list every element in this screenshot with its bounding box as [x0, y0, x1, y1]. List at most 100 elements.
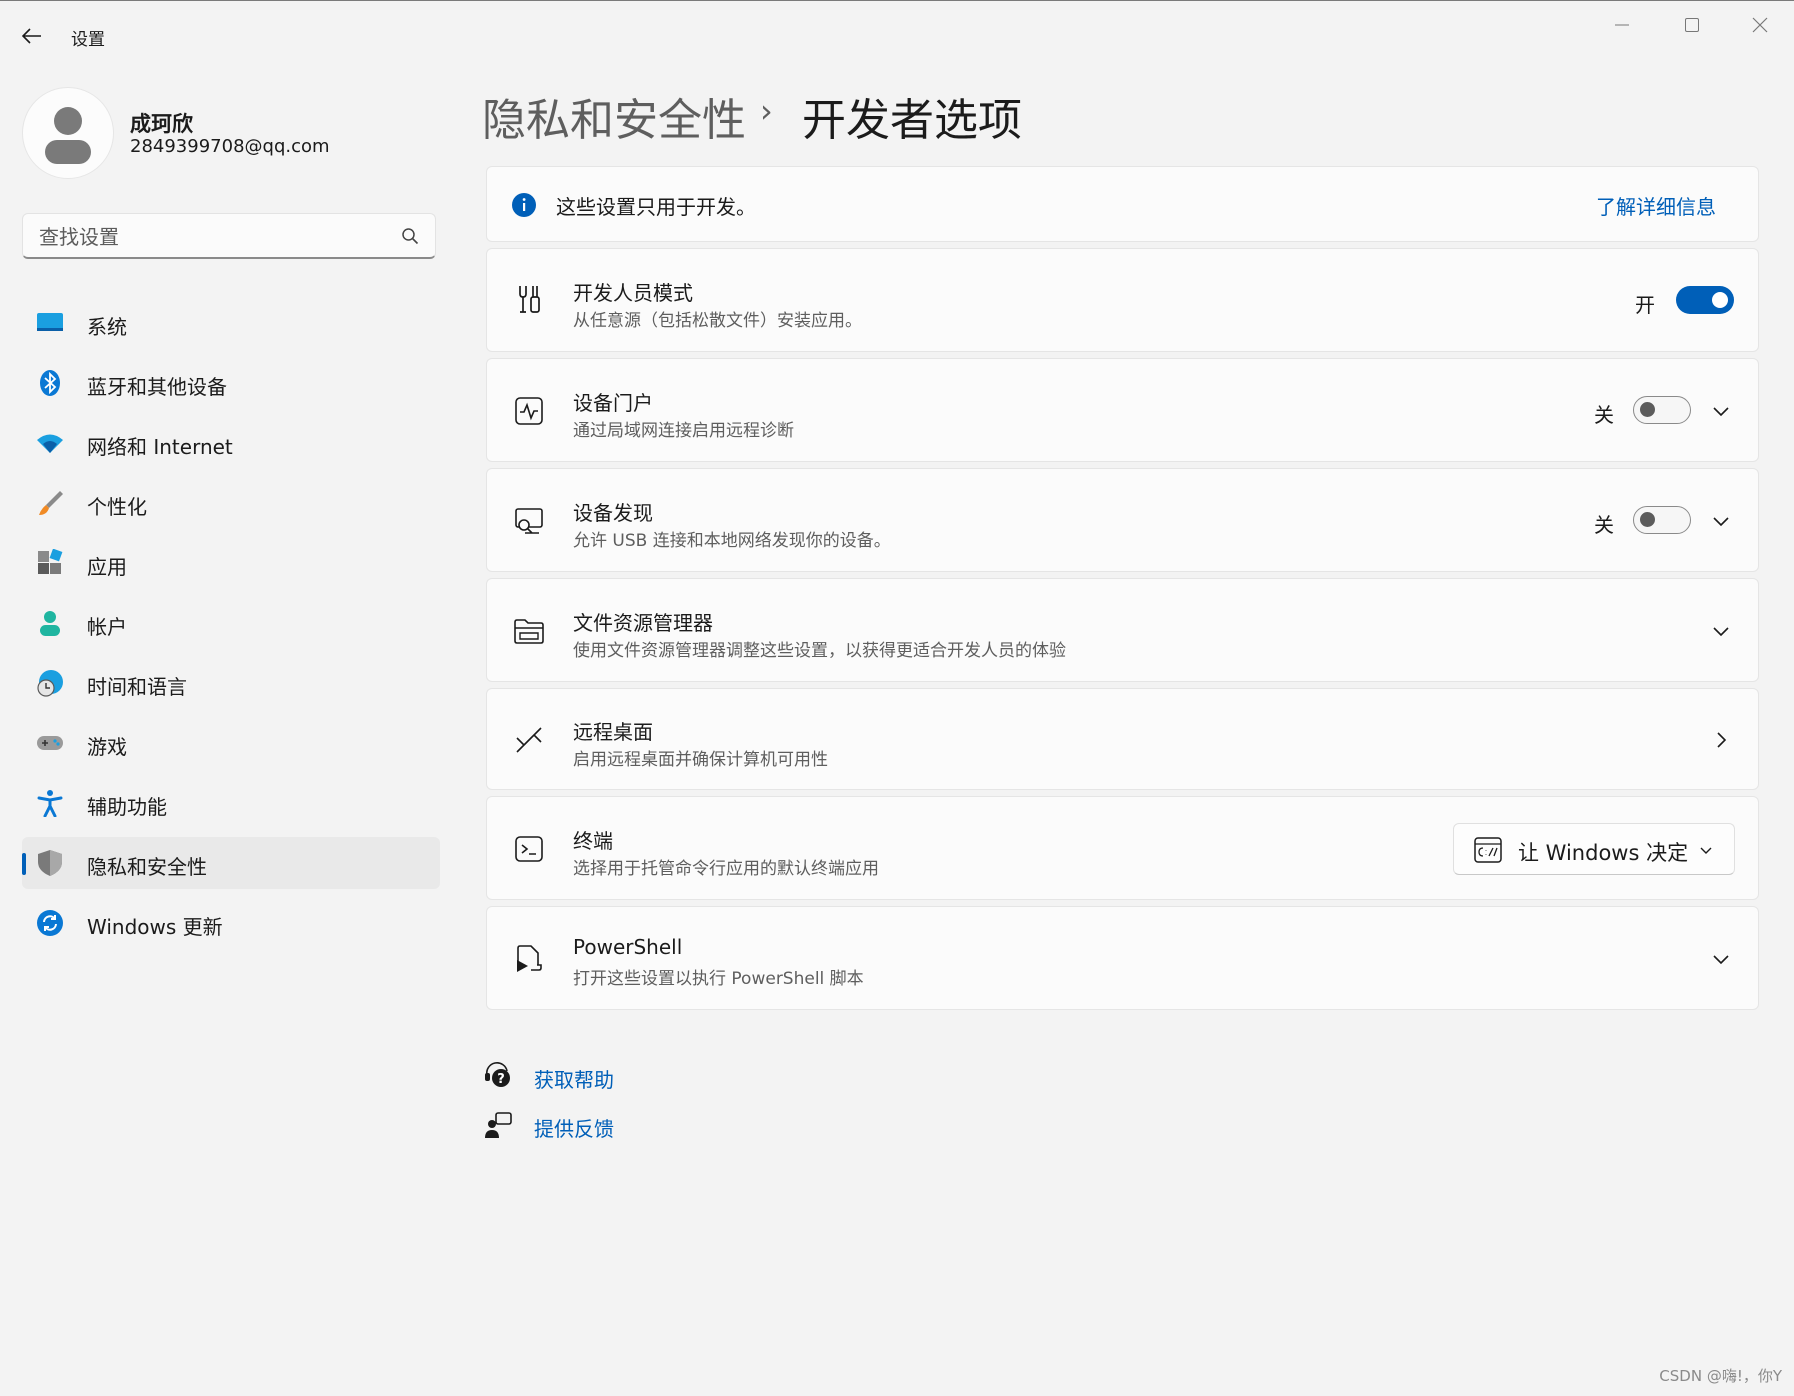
chevron-down-icon[interactable] [1709, 509, 1733, 533]
person-icon [40, 611, 60, 636]
device-portal-card[interactable]: 设备门户 通过局域网连接启用远程诊断 关 [486, 358, 1759, 462]
device-portal-toggle[interactable] [1633, 396, 1691, 424]
powershell-card[interactable]: PowerShell 打开这些设置以执行 PowerShell 脚本 [486, 906, 1759, 1010]
dropdown-selected-value: 让 Windows 决定 [1518, 841, 1689, 865]
folder-icon [514, 619, 544, 644]
card-subtitle: 使用文件资源管理器调整这些设置，以获得更适合开发人员的体验 [573, 641, 1066, 661]
chevron-down-icon [1700, 847, 1712, 854]
sidebar-item-bluetooth[interactable]: 蓝牙和其他设备 [22, 357, 440, 409]
sidebar-item-apps[interactable]: 应用 [22, 537, 440, 589]
sidebar-item-label: 网络和 Internet [87, 435, 233, 459]
terminal-card: 终端 选择用于托管命令行应用的默认终端应用 让 Windows 决定 [486, 796, 1759, 900]
paintbrush-icon [39, 491, 63, 515]
device-discovery-toggle[interactable] [1633, 506, 1691, 534]
close-icon [1752, 17, 1768, 33]
sidebar-item-label: 系统 [87, 315, 127, 339]
bluetooth-icon [40, 370, 60, 396]
search-box[interactable] [22, 213, 436, 259]
file-explorer-card[interactable]: 文件资源管理器 使用文件资源管理器调整这些设置，以获得更适合开发人员的体验 [486, 578, 1759, 682]
sidebar-item-label: 辅助功能 [87, 795, 167, 819]
chevron-right-icon[interactable] [1709, 728, 1733, 752]
refresh-icon [37, 910, 63, 936]
accessibility-icon [37, 790, 63, 817]
toggle-state-label: 关 [1594, 513, 1614, 537]
globe-clock-icon [37, 670, 63, 697]
sidebar-item-personalization[interactable]: 个性化 [22, 477, 440, 529]
minimize-icon [1615, 24, 1629, 26]
developer-tools-icon [519, 286, 540, 313]
user-email: 2849399708@qq.com [130, 136, 330, 157]
sidebar-item-label: 帐户 [87, 615, 127, 639]
breadcrumb-separator: › [760, 92, 773, 130]
sidebar-item-label: Windows 更新 [87, 915, 223, 939]
search-input[interactable] [37, 222, 381, 252]
search-icon[interactable] [401, 227, 419, 245]
sidebar-item-label: 个性化 [87, 495, 147, 519]
info-bar: 这些设置只用于开发。 了解详细信息 [486, 166, 1759, 242]
card-subtitle: 打开这些设置以执行 PowerShell 脚本 [573, 969, 864, 989]
sidebar-item-gaming[interactable]: 游戏 [22, 717, 440, 769]
device-discovery-card[interactable]: 设备发现 允许 USB 连接和本地网络发现你的设备。 关 [486, 468, 1759, 572]
sidebar-item-label: 应用 [87, 555, 127, 579]
minimize-button[interactable] [1594, 10, 1650, 40]
chevron-down-icon[interactable] [1709, 399, 1733, 423]
arrow-left-icon [22, 28, 41, 44]
selection-indicator [22, 853, 26, 875]
device-discovery-icon [515, 508, 543, 534]
maximize-button[interactable] [1664, 10, 1720, 40]
card-title: 设备发现 [573, 501, 653, 525]
chevron-down-icon[interactable] [1709, 947, 1733, 971]
svg-text:?: ? [497, 1072, 505, 1087]
card-title: 远程桌面 [573, 720, 653, 744]
toggle-knob [1640, 402, 1655, 417]
terminal-app-dropdown[interactable]: 让 Windows 决定 [1453, 823, 1735, 875]
developer-mode-card: 开发人员模式 从任意源（包括松散文件）安装应用。 开 [486, 248, 1759, 352]
developer-mode-toggle[interactable] [1676, 286, 1734, 314]
info-icon [512, 193, 536, 217]
page-title: 开发者选项 [802, 95, 1022, 146]
help-icon: ? [485, 1062, 510, 1087]
sidebar-item-privacy-security[interactable]: 隐私和安全性 [22, 837, 440, 889]
remote-desktop-card[interactable]: 远程桌面 启用远程桌面并确保计算机可用性 [486, 688, 1759, 790]
sidebar-item-windows-update[interactable]: Windows 更新 [22, 897, 440, 949]
person-placeholder-icon [45, 107, 91, 164]
card-subtitle: 从任意源（包括松散文件）安装应用。 [573, 311, 862, 331]
close-button[interactable] [1732, 10, 1788, 40]
sidebar-item-label: 时间和语言 [87, 675, 187, 699]
sidebar-item-accounts[interactable]: 帐户 [22, 597, 440, 649]
back-button[interactable] [16, 18, 48, 54]
toggle-state-label: 开 [1635, 293, 1655, 317]
card-title: 设备门户 [573, 391, 653, 415]
sidebar-item-network[interactable]: 网络和 Internet [22, 417, 440, 469]
watermark: CSDN @嗨!，你Y [1659, 1367, 1782, 1385]
terminal-icon [515, 836, 543, 862]
sidebar-item-label: 隐私和安全性 [87, 855, 207, 879]
card-title: PowerShell [573, 935, 683, 959]
info-text: 这些设置只用于开发。 [556, 195, 756, 219]
maximize-icon [1685, 18, 1699, 32]
display-icon [37, 313, 63, 331]
apps-icon [38, 549, 63, 574]
learn-more-link[interactable]: 了解详细信息 [1596, 191, 1716, 220]
shield-icon [38, 850, 62, 876]
card-subtitle: 通过局域网连接启用远程诊断 [573, 421, 794, 441]
sidebar-item-time-language[interactable]: 时间和语言 [22, 657, 440, 709]
sidebar-item-system[interactable]: 系统 [22, 297, 440, 349]
feedback-icon [485, 1112, 512, 1138]
card-title: 终端 [573, 829, 613, 853]
card-title: 文件资源管理器 [573, 611, 713, 635]
card-subtitle: 允许 USB 连接和本地网络发现你的设备。 [573, 531, 891, 551]
give-feedback-link[interactable]: 提供反馈 [534, 1113, 614, 1142]
app-title: 设置 [71, 30, 105, 50]
powershell-script-icon [517, 945, 542, 972]
breadcrumb-parent[interactable]: 隐私和安全性 [482, 84, 746, 148]
wifi-icon [37, 434, 63, 453]
toggle-knob [1712, 292, 1728, 308]
user-name: 成珂欣 [130, 112, 193, 136]
avatar[interactable] [22, 87, 114, 179]
sidebar-item-accessibility[interactable]: 辅助功能 [22, 777, 440, 829]
card-title: 开发人员模式 [573, 281, 693, 305]
get-help-link[interactable]: 获取帮助 [534, 1064, 614, 1093]
sidebar-item-label: 蓝牙和其他设备 [87, 375, 227, 399]
chevron-down-icon[interactable] [1709, 619, 1733, 643]
